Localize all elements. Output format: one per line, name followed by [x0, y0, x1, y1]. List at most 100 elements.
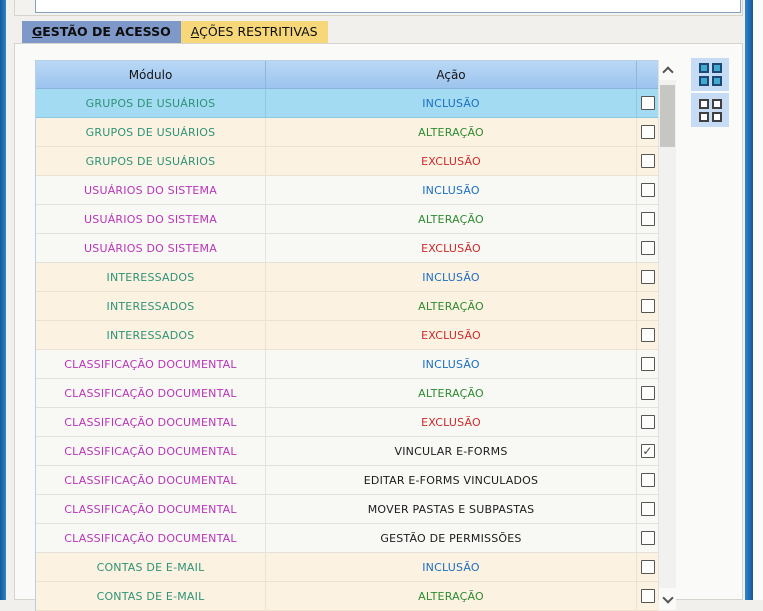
row-checkbox[interactable]	[640, 299, 655, 313]
column-header-checkbox[interactable]	[637, 61, 658, 88]
row-checkbox[interactable]	[640, 212, 655, 226]
cell-checkbox	[637, 292, 658, 320]
table-row[interactable]: CLASSIFICAÇÃO DOCUMENTAL ALTERAÇÃO	[36, 379, 658, 408]
cell-checkbox	[637, 408, 658, 436]
table-row[interactable]: USUÁRIOS DO SISTEMA INCLUSÃO	[36, 176, 658, 205]
table-header-row: Módulo Ação	[36, 61, 658, 89]
row-checkbox[interactable]	[640, 386, 655, 400]
table-row[interactable]: GRUPOS DE USUÁRIOS EXCLUSÃO	[36, 147, 658, 176]
deselect-all-button[interactable]	[691, 93, 729, 127]
grid-outline-icon	[698, 98, 722, 122]
cell-checkbox	[637, 321, 658, 349]
cell-checkbox	[637, 234, 658, 262]
table-row[interactable]: INTERESSADOS EXCLUSÃO	[36, 321, 658, 350]
table-row[interactable]: CLASSIFICAÇÃO DOCUMENTAL INCLUSÃO	[36, 350, 658, 379]
cell-module: INTERESSADOS	[36, 292, 266, 320]
cell-module: USUÁRIOS DO SISTEMA	[36, 234, 266, 262]
table-row[interactable]: CLASSIFICAÇÃO DOCUMENTAL EXCLUSÃO	[36, 408, 658, 437]
row-checkbox[interactable]	[640, 560, 655, 574]
cell-action: EXCLUSÃO	[266, 147, 637, 175]
row-checkbox[interactable]	[640, 415, 655, 429]
table-body: GRUPOS DE USUÁRIOS INCLUSÃO GRUPOS DE US…	[36, 89, 658, 611]
cell-action: MOVER PASTAS E SUBPASTAS	[266, 495, 637, 523]
column-header-modulo[interactable]: Módulo	[36, 61, 266, 88]
cell-checkbox	[637, 582, 658, 610]
grid-filled-icon	[698, 63, 722, 86]
table-row[interactable]: USUÁRIOS DO SISTEMA ALTERAÇÃO	[36, 205, 658, 234]
cell-action: ALTERAÇÃO	[266, 582, 637, 610]
row-checkbox[interactable]	[640, 328, 655, 342]
cell-checkbox	[637, 147, 658, 175]
scroll-down-button[interactable]	[659, 588, 676, 610]
cell-module: GRUPOS DE USUÁRIOS	[36, 89, 266, 117]
table-row[interactable]: CLASSIFICAÇÃO DOCUMENTAL MOVER PASTAS E …	[36, 495, 658, 524]
top-text-input[interactable]	[35, 0, 741, 13]
cell-checkbox	[637, 524, 658, 552]
cell-checkbox	[637, 495, 658, 523]
cell-module: USUÁRIOS DO SISTEMA	[36, 205, 266, 233]
chevron-up-icon	[661, 65, 674, 78]
row-checkbox[interactable]	[640, 154, 655, 168]
table-row[interactable]: CLASSIFICAÇÃO DOCUMENTAL EDITAR E-FORMS …	[36, 466, 658, 495]
table-row[interactable]: CLASSIFICAÇÃO DOCUMENTAL GESTÃO DE PERMI…	[36, 524, 658, 553]
cell-checkbox	[637, 205, 658, 233]
table-row[interactable]: CONTAS DE E-MAIL INCLUSÃO	[36, 553, 658, 582]
row-checkbox[interactable]	[640, 531, 655, 545]
select-all-button[interactable]	[691, 58, 729, 91]
cell-action: EXCLUSÃO	[266, 321, 637, 349]
row-checkbox[interactable]	[640, 502, 655, 516]
tab-label: ESTÃO DE ACESSO	[42, 24, 171, 39]
scroll-up-button[interactable]	[659, 60, 676, 80]
cell-module: GRUPOS DE USUÁRIOS	[36, 118, 266, 146]
cell-action: ALTERAÇÃO	[266, 292, 637, 320]
cell-checkbox	[637, 350, 658, 378]
cell-module: CLASSIFICAÇÃO DOCUMENTAL	[36, 379, 266, 407]
row-checkbox[interactable]	[640, 96, 655, 110]
cell-module: CONTAS DE E-MAIL	[36, 582, 266, 610]
cell-checkbox: ✓	[637, 437, 658, 465]
chevron-down-icon	[661, 591, 674, 604]
cell-checkbox	[637, 466, 658, 494]
row-checkbox[interactable]	[640, 241, 655, 255]
tab-bar: GESTÃO DE ACESSO AÇÕES RESTRITIVAS	[22, 21, 328, 43]
tab-gestao-de-acesso[interactable]: GESTÃO DE ACESSO	[22, 21, 181, 43]
table-row[interactable]: CLASSIFICAÇÃO DOCUMENTAL VINCULAR E-FORM…	[36, 437, 658, 466]
window-left-border	[0, 0, 6, 600]
cell-action: INCLUSÃO	[266, 553, 637, 581]
cell-checkbox	[637, 118, 658, 146]
row-checkbox[interactable]: ✓	[640, 444, 655, 458]
table-row[interactable]: GRUPOS DE USUÁRIOS ALTERAÇÃO	[36, 118, 658, 147]
cell-module: CLASSIFICAÇÃO DOCUMENTAL	[36, 466, 266, 494]
cell-action: INCLUSÃO	[266, 350, 637, 378]
row-checkbox[interactable]	[640, 357, 655, 371]
cell-module: CLASSIFICAÇÃO DOCUMENTAL	[36, 524, 266, 552]
cell-action: ALTERAÇÃO	[266, 379, 637, 407]
cell-action: ALTERAÇÃO	[266, 205, 637, 233]
cell-checkbox	[637, 263, 658, 291]
column-header-acao[interactable]: Ação	[266, 61, 637, 88]
cell-checkbox	[637, 379, 658, 407]
cell-module: CLASSIFICAÇÃO DOCUMENTAL	[36, 437, 266, 465]
table-row[interactable]: INTERESSADOS INCLUSÃO	[36, 263, 658, 292]
table-row[interactable]: GRUPOS DE USUÁRIOS INCLUSÃO	[36, 89, 658, 118]
cell-module: GRUPOS DE USUÁRIOS	[36, 147, 266, 175]
cell-checkbox	[637, 553, 658, 581]
cell-action: ALTERAÇÃO	[266, 118, 637, 146]
cell-action: VINCULAR E-FORMS	[266, 437, 637, 465]
cell-module: INTERESSADOS	[36, 321, 266, 349]
cell-action: GESTÃO DE PERMISSÕES	[266, 524, 637, 552]
scrollbar-thumb[interactable]	[660, 85, 675, 147]
table-row[interactable]: INTERESSADOS ALTERAÇÃO	[36, 292, 658, 321]
row-checkbox[interactable]	[640, 589, 655, 603]
row-checkbox[interactable]	[640, 125, 655, 139]
table-row[interactable]: CONTAS DE E-MAIL ALTERAÇÃO	[36, 582, 658, 611]
row-checkbox[interactable]	[640, 270, 655, 284]
tab-label: ÇÕES RESTRITIVAS	[199, 24, 318, 39]
tab-acoes-restritivas[interactable]: AÇÕES RESTRITIVAS	[180, 21, 328, 43]
cell-checkbox	[637, 176, 658, 204]
table-row[interactable]: USUÁRIOS DO SISTEMA EXCLUSÃO	[36, 234, 658, 263]
row-checkbox[interactable]	[640, 183, 655, 197]
row-checkbox[interactable]	[640, 473, 655, 487]
vertical-scrollbar[interactable]	[658, 60, 676, 610]
permissions-table: Módulo Ação GRUPOS DE USUÁRIOS INCLUSÃO …	[35, 60, 658, 611]
